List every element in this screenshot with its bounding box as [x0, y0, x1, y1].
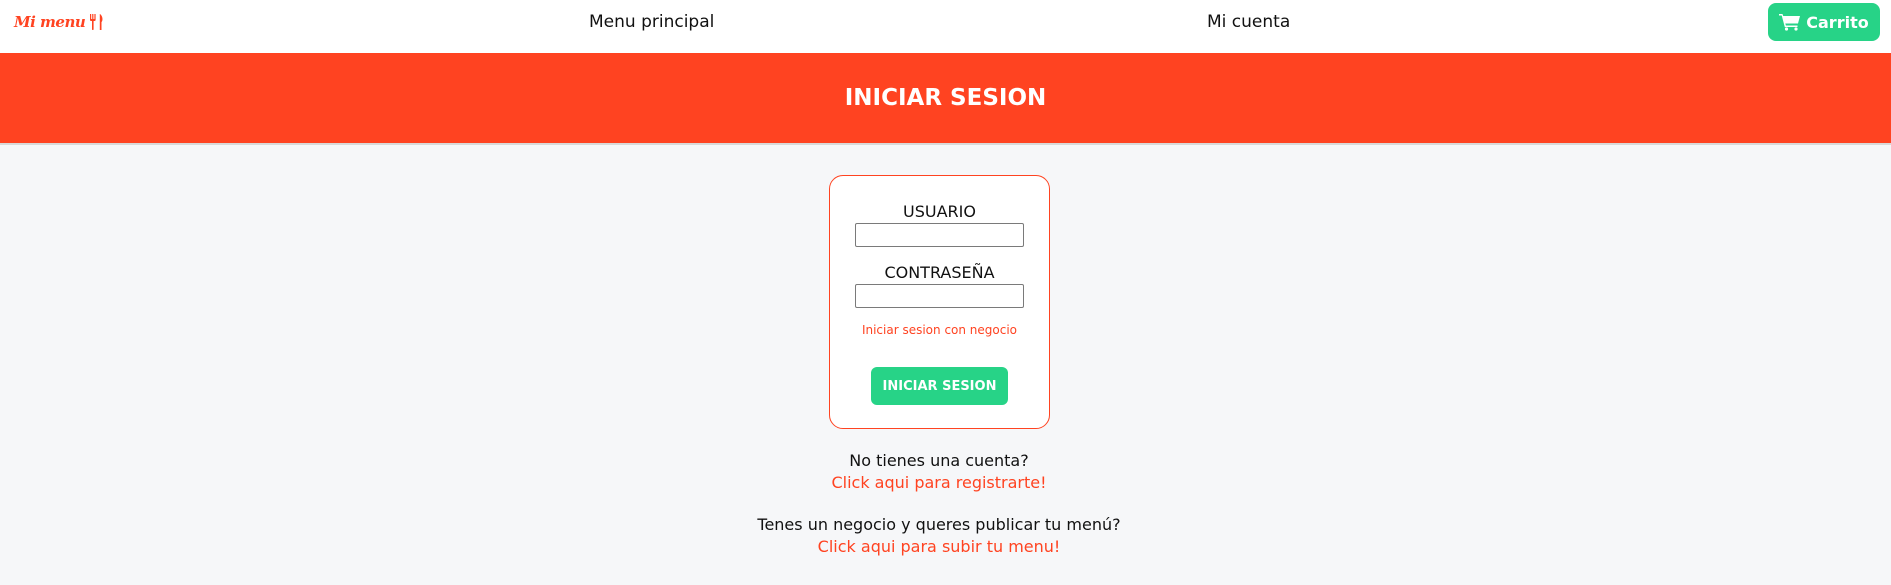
- no-account-text: No tienes una cuenta?: [849, 451, 1029, 470]
- brand-name: Mi menu: [14, 13, 86, 31]
- login-submit-button[interactable]: INICIAR SESION: [871, 367, 1008, 405]
- top-navbar: Mi menu Menu principal Mi cuenta Carrito: [0, 0, 1891, 53]
- login-form: USUARIO CONTRASEÑA Iniciar sesion con ne…: [829, 175, 1050, 429]
- upload-menu-link[interactable]: Click aqui para subir tu menu!: [0, 537, 1878, 556]
- fork-knife-icon: [90, 14, 103, 30]
- password-input[interactable]: [855, 284, 1024, 308]
- page-banner: INICIAR SESION: [0, 53, 1891, 145]
- page-title: INICIAR SESION: [844, 85, 1047, 111]
- password-label: CONTRASEÑA: [884, 263, 995, 282]
- register-link[interactable]: Click aqui para registrarte!: [0, 473, 1878, 492]
- username-input[interactable]: [855, 223, 1024, 247]
- brand-logo[interactable]: Mi menu: [14, 10, 106, 34]
- business-question-text: Tenes un negocio y queres publicar tu me…: [757, 515, 1121, 534]
- cart-label: Carrito: [1806, 12, 1869, 32]
- business-login-link[interactable]: Iniciar sesion con negocio: [830, 323, 1049, 337]
- nav-menu-principal[interactable]: Menu principal: [589, 12, 714, 32]
- cart-button[interactable]: Carrito: [1768, 3, 1880, 41]
- cart-icon: [1779, 14, 1801, 31]
- nav-mi-cuenta[interactable]: Mi cuenta: [1207, 12, 1290, 32]
- username-label: USUARIO: [903, 202, 976, 221]
